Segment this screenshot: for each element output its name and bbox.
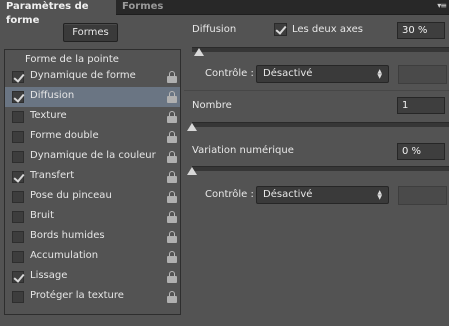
lock-icon[interactable]	[167, 211, 177, 223]
control-select-2-value: Désactivé	[263, 189, 313, 200]
panel-tab-bar: Paramètres de forme Formes ▾≡	[0, 0, 449, 26]
option-checkbox[interactable]	[12, 171, 24, 183]
option-label: Diffusion	[30, 90, 75, 101]
control-select-1-value: Désactivé	[263, 68, 313, 79]
control-1-input-disabled	[398, 65, 447, 84]
lock-icon[interactable]	[167, 71, 177, 83]
brush-option-dynamique-de-la-couleur[interactable]: Dynamique de la couleur	[5, 147, 180, 167]
option-checkbox[interactable]	[12, 211, 24, 223]
brush-option-texture[interactable]: Texture	[5, 107, 180, 127]
count-jitter-label: Variation numérique	[192, 145, 294, 156]
option-checkbox[interactable]	[12, 271, 24, 283]
option-checkbox[interactable]	[12, 71, 24, 83]
option-label: Bruit	[30, 210, 55, 221]
option-checkbox[interactable]	[12, 231, 24, 243]
option-label: Pose du pinceau	[30, 190, 112, 201]
lock-icon[interactable]	[167, 291, 177, 303]
brush-option-bords-humides[interactable]: Bords humides	[5, 227, 180, 247]
control-select-1[interactable]: Désactivé ▲ ▼	[256, 65, 389, 83]
count-slider-thumb[interactable]	[187, 123, 197, 131]
scatter-slider-thumb[interactable]	[194, 48, 204, 56]
count-label: Nombre	[192, 100, 232, 111]
brush-option-lissage[interactable]: Lissage	[5, 267, 180, 287]
option-checkbox[interactable]	[12, 291, 24, 303]
count-value-field[interactable]: 1	[397, 97, 445, 114]
option-label: Texture	[30, 110, 67, 121]
option-checkbox[interactable]	[12, 131, 24, 143]
separator	[184, 90, 449, 91]
panel-menu-icon[interactable]: ▾≡	[437, 1, 447, 10]
scatter-value-field[interactable]: 30 %	[397, 22, 445, 39]
count-jitter-slider-thumb[interactable]	[187, 167, 197, 175]
tab-brushes[interactable]: Formes	[122, 0, 163, 15]
option-label: Forme double	[30, 130, 99, 141]
count-jitter-slider[interactable]	[192, 166, 449, 171]
lock-icon[interactable]	[167, 111, 177, 123]
option-label: Dynamique de la couleur	[30, 150, 156, 161]
brush-tip-shape-item[interactable]: Forme de la pointe	[25, 54, 119, 65]
tab-brush-settings[interactable]: Paramètres de forme	[0, 0, 116, 26]
lock-icon[interactable]	[167, 251, 177, 263]
option-label: Protéger la texture	[30, 290, 124, 301]
brush-option-accumulation[interactable]: Accumulation	[5, 247, 180, 267]
count-slider[interactable]	[192, 122, 449, 127]
lock-icon[interactable]	[167, 171, 177, 183]
option-checkbox[interactable]	[12, 111, 24, 123]
count-jitter-value-field[interactable]: 0 %	[397, 143, 445, 160]
lock-icon[interactable]	[167, 131, 177, 143]
select-arrows-icon: ▲ ▼	[377, 68, 382, 80]
lock-icon[interactable]	[167, 151, 177, 163]
lock-icon[interactable]	[167, 271, 177, 283]
control-2-input-disabled	[398, 186, 447, 205]
option-checkbox[interactable]	[12, 251, 24, 263]
control-label-1: Contrôle :	[205, 68, 254, 79]
option-checkbox[interactable]	[12, 91, 24, 103]
brushes-preset-button[interactable]: Formes	[63, 23, 118, 42]
both-axes-label: Les deux axes	[292, 24, 363, 35]
brush-option-bruit[interactable]: Bruit	[5, 207, 180, 227]
select-arrows-icon: ▲ ▼	[377, 189, 382, 201]
option-label: Lissage	[30, 270, 68, 281]
control-select-2[interactable]: Désactivé ▲ ▼	[256, 186, 389, 204]
lock-icon[interactable]	[167, 91, 177, 103]
both-axes-checkbox[interactable]	[274, 23, 287, 36]
option-label: Dynamique de forme	[30, 70, 136, 81]
brush-option-forme-double[interactable]: Forme double	[5, 127, 180, 147]
brush-option-dynamique-de-forme[interactable]: Dynamique de forme	[5, 67, 180, 87]
option-label: Bords humides	[30, 230, 105, 241]
brush-option-diffusion[interactable]: Diffusion	[5, 87, 180, 107]
scatter-slider[interactable]	[192, 47, 449, 52]
lock-icon[interactable]	[167, 191, 177, 203]
brush-option-transfert[interactable]: Transfert	[5, 167, 180, 187]
option-label: Transfert	[30, 170, 75, 181]
control-label-2: Contrôle :	[205, 189, 254, 200]
brush-option-proteger-la-texture[interactable]: Protéger la texture	[5, 287, 180, 307]
option-label: Accumulation	[30, 250, 99, 261]
options-pane: Diffusion Les deux axes 30 % Contrôle : …	[184, 16, 449, 326]
option-checkbox[interactable]	[12, 151, 24, 163]
brush-option-pose-du-pinceau[interactable]: Pose du pinceau	[5, 187, 180, 207]
lock-icon[interactable]	[167, 231, 177, 243]
option-checkbox[interactable]	[12, 191, 24, 203]
scatter-label: Diffusion	[192, 24, 237, 35]
